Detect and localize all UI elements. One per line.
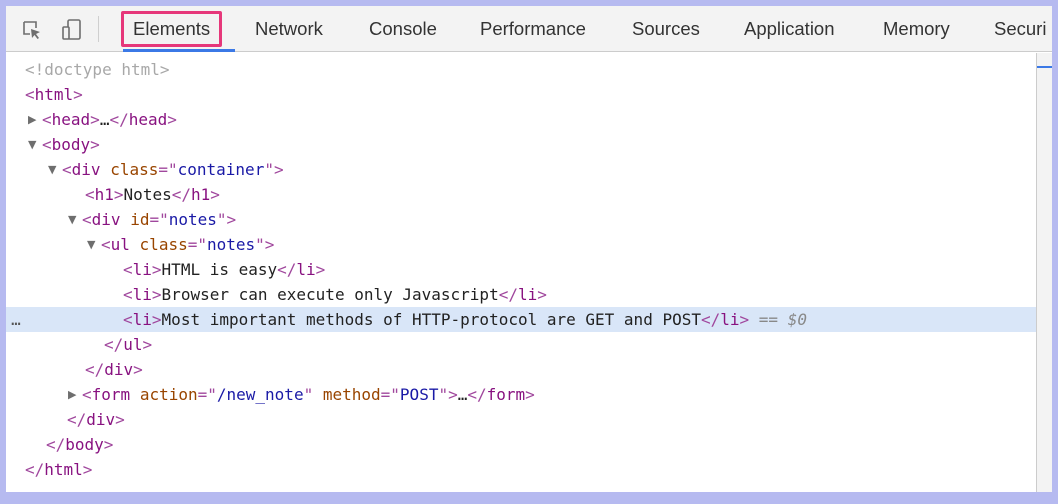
node-text: HTML is easy [161,260,278,279]
tab-label: Securi [994,18,1047,39]
dom-node-head[interactable]: ▶ <head>…</head> [6,107,1052,132]
tag-name: li [132,285,152,304]
tag-name: li [720,310,740,329]
attr-name: method [322,385,381,404]
collapse-triangle-icon[interactable]: ▼ [48,157,62,182]
tag-name: ul [123,335,143,354]
tag-name: head [128,110,168,129]
node-actions-ellipsis[interactable]: … [6,307,26,332]
tag-name: ul [110,235,130,254]
tab-label: Performance [480,18,586,39]
tag-name: div [91,210,121,229]
tag-name: body [65,435,104,454]
dom-node-body[interactable]: ▼ <body> [6,132,1052,157]
dom-node-html[interactable]: <html> [6,82,1052,107]
collapse-triangle-icon[interactable]: ▼ [68,207,82,232]
node-text: Most important methods of HTTP-protocol … [161,310,701,329]
tag-name: li [517,285,538,304]
attr-value: POST [399,385,439,404]
tag-name: html [44,460,83,479]
dom-node-container-close[interactable]: </div> [6,407,1052,432]
tag-name: li [296,260,316,279]
collapse-triangle-icon[interactable]: ▼ [28,132,42,157]
devtools-toolbar: Elements Network Console Performance Sou… [6,6,1052,52]
selected-node-marker: == $0 [758,310,807,329]
tab-elements[interactable]: Elements [121,11,223,47]
tag-name: li [132,260,152,279]
tag-name: h1 [94,185,114,204]
dom-node-li[interactable]: <li>Browser can execute only Javascript<… [6,282,1052,307]
tag-name: html [34,85,74,104]
dom-node-notes-div[interactable]: ▼ <div id="notes"> [6,207,1052,232]
collapse-triangle-icon[interactable]: ▼ [87,232,101,257]
node-text: Notes [123,185,172,204]
tab-label: Console [369,18,437,39]
device-toolbar-icon[interactable] [60,19,84,41]
styles-tab-indicator [1037,66,1052,68]
tab-application[interactable]: Application [744,6,835,52]
tag-name: form [91,385,131,404]
tab-label: Memory [883,18,950,39]
tag-name: div [71,160,101,179]
dom-node-container[interactable]: ▼ <div class="container"> [6,157,1052,182]
inspect-element-icon[interactable] [20,19,44,41]
tab-security[interactable]: Securi [994,6,1046,52]
tag-name: form [486,385,526,404]
styles-panel-edge[interactable] [1036,53,1052,492]
devtools-window: Elements Network Console Performance Sou… [6,6,1052,492]
tag-name: div [86,410,116,429]
expand-triangle-icon[interactable]: ▶ [68,382,82,407]
doctype-text: <!doctype html> [25,60,170,79]
attr-value: notes [168,210,217,229]
tab-sources[interactable]: Sources [632,6,700,52]
tag-name: h1 [190,185,211,204]
tab-network[interactable]: Network [255,6,323,52]
tab-memory[interactable]: Memory [883,6,950,52]
dom-node-body-close[interactable]: </body> [6,432,1052,457]
attr-value: notes [206,235,256,254]
dom-node-html-close[interactable]: </html> [6,457,1052,482]
attr-name: class [110,160,159,179]
attr-name: class [139,235,188,254]
dom-node-h1[interactable]: <h1>Notes</h1> [6,182,1052,207]
dom-node-li-selected[interactable]: … <li>Most important methods of HTTP-prot… [6,307,1052,332]
attr-value: /new_note [216,385,304,404]
expand-triangle-icon[interactable]: ▶ [28,107,42,132]
attr-name: action [139,385,198,404]
dom-node-div-close[interactable]: </div> [6,357,1052,382]
dom-tree: <!doctype html> <html> ▶ <head>…</head> ▼… [6,53,1052,492]
dom-node-ul[interactable]: ▼ <ul class="notes"> [6,232,1052,257]
collapsed-ellipsis: … [99,110,110,129]
tab-label: Application [744,18,835,39]
attr-name: id [130,210,150,229]
tag-name: head [51,110,91,129]
dom-node-ul-close[interactable]: </ul> [6,332,1052,357]
active-tab-indicator [123,49,235,52]
toolbar-separator [98,16,99,42]
node-text: Browser can execute only Javascript [161,285,499,304]
tag-name: div [104,360,134,379]
attr-value: container [177,160,265,179]
tab-label: Network [255,18,323,39]
tab-performance[interactable]: Performance [480,6,586,52]
tag-name: body [51,135,91,154]
tab-label: Elements [133,18,211,39]
collapsed-ellipsis: … [457,385,468,404]
tab-label: Sources [632,18,700,39]
tag-name: li [132,310,152,329]
dom-node-li[interactable]: <li>HTML is easy</li> [6,257,1052,282]
tab-console[interactable]: Console [369,6,437,52]
dom-node-form[interactable]: ▶ <form action="/new_note" method="POST">… [6,382,1052,407]
dom-node-doctype[interactable]: <!doctype html> [6,57,1052,82]
